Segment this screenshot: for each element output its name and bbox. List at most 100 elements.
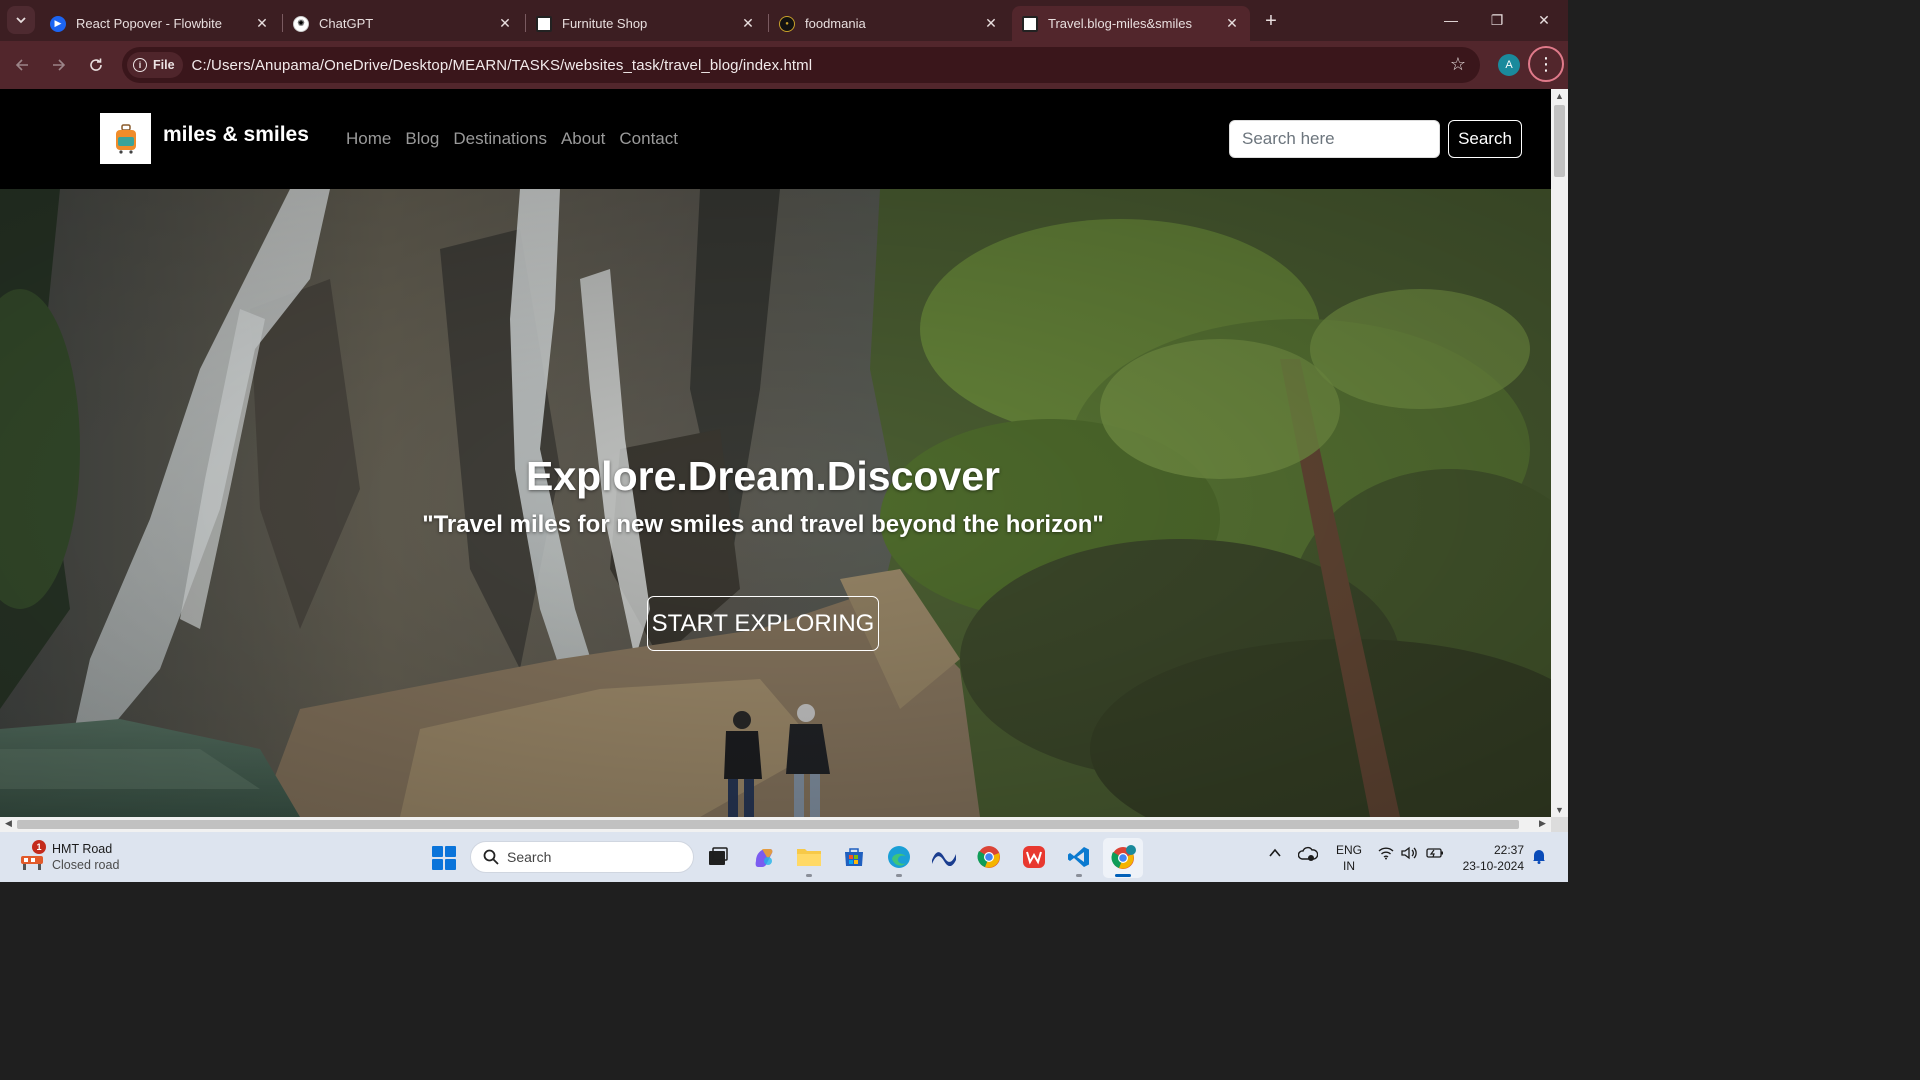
network-button[interactable]	[1378, 846, 1394, 863]
horizontal-scrollbar-thumb[interactable]	[17, 820, 1519, 829]
site-info-chip[interactable]: i File	[127, 52, 183, 78]
volume-button[interactable]	[1401, 846, 1419, 863]
nav-link-about[interactable]: About	[561, 129, 605, 149]
battery-charging-icon	[1426, 848, 1443, 858]
weather-subtitle: Closed road	[52, 858, 120, 872]
restore-button[interactable]: ❐	[1474, 0, 1520, 40]
wifi-icon	[1378, 847, 1394, 860]
page-favicon-icon	[1022, 15, 1038, 32]
page-viewport: miles & smiles Home Blog Destinations Ab…	[0, 89, 1551, 817]
horizontal-scrollbar[interactable]: ◀ ▶	[0, 817, 1551, 832]
site-search-button[interactable]: Search	[1448, 120, 1522, 158]
scroll-left-arrow-icon[interactable]: ◀	[0, 818, 17, 829]
page-favicon-icon	[536, 15, 552, 32]
site-search-input[interactable]	[1229, 120, 1440, 158]
copilot-button[interactable]	[751, 844, 777, 870]
task-view-button[interactable]	[705, 844, 731, 870]
close-icon[interactable]: ✕	[497, 15, 513, 32]
search-icon	[483, 849, 499, 865]
vpn-app-button[interactable]	[931, 844, 957, 870]
vertical-scrollbar[interactable]: ▲ ▼	[1551, 89, 1568, 817]
tab-foodmania[interactable]: ● foodmania ✕	[769, 6, 1009, 41]
taskbar-search-box[interactable]: Search	[470, 841, 694, 873]
start-button[interactable]	[432, 846, 456, 870]
windows-logo-icon	[445, 859, 456, 870]
app-running-indicator	[1076, 874, 1082, 877]
close-icon[interactable]: ✕	[1224, 15, 1240, 32]
chrome-icon	[977, 846, 1000, 868]
weather-title: HMT Road	[52, 842, 113, 856]
profile-avatar[interactable]: A	[1498, 54, 1520, 76]
vscode-button[interactable]	[1066, 844, 1092, 870]
show-hidden-icons-button[interactable]	[1268, 846, 1282, 863]
scroll-right-arrow-icon[interactable]: ▶	[1534, 818, 1551, 829]
scroll-up-arrow-icon[interactable]: ▲	[1551, 91, 1568, 101]
forward-button[interactable]	[45, 51, 73, 79]
new-tab-button[interactable]: +	[1258, 8, 1284, 34]
scrollbar-corner	[1551, 817, 1568, 832]
chevron-up-icon	[1269, 848, 1281, 857]
reload-icon	[90, 58, 102, 71]
region-code: IN	[1343, 859, 1355, 873]
address-bar[interactable]: i File C:/Users/Anupama/OneDrive/Desktop…	[122, 47, 1480, 83]
suitcase-logo-icon	[115, 123, 136, 154]
windows-logo-icon	[432, 846, 443, 857]
close-window-button[interactable]: ✕	[1521, 0, 1567, 40]
file-explorer-button[interactable]	[796, 844, 822, 870]
nav-link-blog[interactable]: Blog	[405, 129, 439, 149]
hero-title: Explore.Dream.Discover	[525, 453, 1000, 499]
store-icon	[845, 848, 863, 866]
vpn-icon	[932, 852, 956, 866]
tab-search-button[interactable]	[7, 6, 35, 34]
url-text[interactable]: C:/Users/Anupama/OneDrive/Desktop/MEARN/…	[192, 57, 813, 74]
close-icon[interactable]: ✕	[254, 15, 270, 32]
system-clock[interactable]: 22:37 23-10-2024	[1458, 842, 1524, 874]
nav-link-destinations[interactable]: Destinations	[453, 129, 547, 149]
language-code: ENG	[1336, 843, 1363, 857]
back-button[interactable]	[8, 51, 36, 79]
task-view-icon	[709, 847, 728, 865]
onedrive-tray-button[interactable]	[1297, 846, 1319, 865]
tab-react-popover[interactable]: ▶ React Popover - Flowbite ✕	[40, 6, 280, 41]
brand-name[interactable]: miles & smiles	[163, 123, 309, 147]
clock-date: 23-10-2024	[1462, 859, 1524, 873]
language-indicator[interactable]: ENG IN	[1336, 842, 1362, 874]
chrome-profile-button[interactable]	[1111, 844, 1137, 870]
bookmark-star-icon[interactable]: ☆	[1450, 54, 1466, 75]
notifications-button[interactable]	[1532, 848, 1546, 867]
app-running-indicator	[806, 874, 812, 877]
tab-chatgpt[interactable]: ✺ ChatGPT ✕	[283, 6, 523, 41]
edge-button[interactable]	[886, 844, 912, 870]
kebab-menu-icon: ⋮	[1537, 54, 1555, 74]
wps-office-icon	[1023, 846, 1045, 868]
flowbite-favicon-icon: ▶	[50, 15, 66, 32]
minimize-button[interactable]: —	[1428, 0, 1474, 40]
site-logo[interactable]	[100, 113, 151, 164]
bell-icon	[1533, 850, 1545, 864]
chrome-icon	[1111, 845, 1136, 869]
vertical-scrollbar-thumb[interactable]	[1554, 105, 1565, 177]
tab-furniture-shop[interactable]: Furnitute Shop ✕	[526, 6, 766, 41]
notification-badge: 1	[32, 840, 46, 854]
reload-button[interactable]	[82, 51, 110, 79]
nav-link-home[interactable]: Home	[346, 129, 391, 149]
chrome-button[interactable]	[976, 844, 1002, 870]
tab-title: React Popover - Flowbite	[76, 16, 222, 31]
active-app-indicator	[1115, 874, 1131, 877]
tab-title: foodmania	[805, 16, 866, 31]
vscode-icon	[1068, 847, 1089, 867]
nav-link-contact[interactable]: Contact	[619, 129, 678, 149]
scroll-down-arrow-icon[interactable]: ▼	[1551, 805, 1568, 815]
battery-button[interactable]	[1426, 846, 1444, 863]
browser-menu-button[interactable]: ⋮	[1528, 46, 1564, 82]
arrow-left-icon	[15, 59, 28, 71]
close-icon[interactable]: ✕	[983, 15, 999, 32]
windows-logo-icon	[445, 846, 456, 857]
windows-taskbar: 1 HMT Road Closed road Search ENG IN 22:…	[0, 832, 1568, 882]
microsoft-store-button[interactable]	[841, 844, 867, 870]
wps-office-button[interactable]	[1021, 844, 1047, 870]
scheme-label: File	[153, 58, 175, 72]
close-icon[interactable]: ✕	[740, 15, 756, 32]
tab-travel-blog[interactable]: Travel.blog-miles&smiles ✕	[1012, 6, 1250, 41]
start-exploring-button[interactable]: START EXPLORING	[647, 596, 879, 651]
